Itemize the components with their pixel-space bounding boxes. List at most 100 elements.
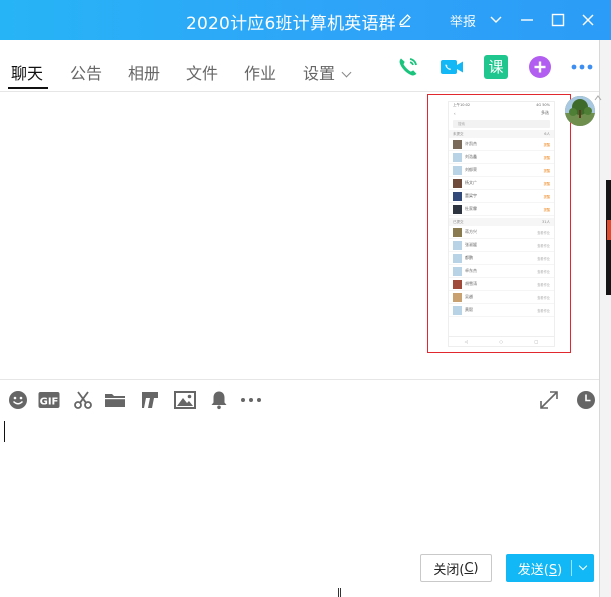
member-name: 杜家霖 [465, 205, 477, 211]
submitted-label: 已提交 [453, 219, 464, 224]
more-options-icon[interactable] [570, 55, 594, 79]
folder-icon [105, 394, 125, 407]
member-name: 胡雪涛 [465, 280, 477, 286]
notify-button[interactable] [208, 389, 230, 411]
member-avatar [453, 204, 462, 214]
member-row: 吴越 查看作业 [449, 291, 554, 304]
close-icon [582, 14, 594, 26]
document-icon [142, 392, 158, 408]
member-avatar [453, 292, 462, 302]
member-name: 蒋方兴 [465, 228, 477, 234]
image-button[interactable] [174, 389, 196, 411]
member-row: 杨文广 提醒 [449, 177, 554, 190]
report-button[interactable]: 举报 [450, 11, 476, 30]
composer-toolbar: GIF [0, 379, 599, 419]
member-row: 黄毅 查看作业 [449, 304, 554, 317]
member-tag: 提醒 [543, 207, 550, 212]
scroll-up-icon[interactable] [594, 94, 602, 102]
tab-files[interactable]: 文件 [186, 60, 218, 84]
member-tag: 查看作业 [537, 282, 550, 287]
member-name: 杨文广 [465, 179, 477, 185]
member-avatar [453, 266, 462, 276]
tab-album[interactable]: 相册 [128, 60, 160, 84]
phone-status-left: 上午10:02 [453, 103, 471, 107]
active-tab-indicator [8, 87, 48, 89]
title-bar: 2020计应6班计算机英语群 举报 [0, 0, 611, 40]
member-avatar [453, 152, 462, 162]
tab-announcement[interactable]: 公告 [70, 60, 102, 84]
member-info: 蒋方兴 [465, 228, 537, 235]
phone-status-right: 4G 50% [536, 103, 550, 107]
file-button[interactable] [104, 389, 126, 411]
member-tag: 提醒 [543, 142, 550, 147]
member-avatar [453, 240, 462, 250]
emoji-button[interactable] [7, 389, 29, 411]
send-button[interactable]: 发送(S) [506, 559, 571, 578]
video-call-icon[interactable] [440, 55, 464, 79]
submitted-count: 31人 [542, 219, 550, 224]
send-button-label: 发送( [517, 562, 549, 578]
image-message[interactable]: 上午10:02 4G 50% ‹ 多选 搜索 未提交 6人 许凯杰 提醒 刘浩鑫 提醒… [427, 94, 571, 353]
close-window-button[interactable] [578, 10, 598, 30]
background-window-edge [599, 40, 611, 597]
unsubmitted-count: 6人 [544, 131, 550, 136]
more-tools-button[interactable] [240, 389, 262, 411]
expand-button[interactable] [538, 389, 560, 411]
member-avatar [453, 139, 462, 149]
member-avatar [453, 227, 462, 237]
avatar[interactable] [565, 96, 595, 126]
member-info: 刘浩鑫 [465, 154, 544, 160]
chevron-down-icon [490, 16, 502, 23]
send-button-hotkey: S [548, 562, 558, 578]
member-row: 都鹏 查看作业 [449, 252, 554, 265]
doc-template-button[interactable] [139, 389, 161, 411]
member-info: 许凯杰 [465, 141, 544, 147]
message-input[interactable] [0, 419, 599, 547]
member-tag: 查看作业 [537, 269, 550, 274]
member-info: 刘郁荣 [465, 167, 544, 173]
course-icon[interactable]: 课 [484, 55, 508, 79]
tab-chat[interactable]: 聊天 [11, 60, 43, 84]
minimize-button[interactable] [517, 10, 537, 30]
dropdown-button[interactable] [486, 10, 506, 30]
chevron-down-icon [341, 67, 352, 78]
window-title: 2020计应6班计算机英语群 [186, 14, 396, 34]
phone-nav-right: 多选 [541, 110, 549, 115]
phone-nav: ‹ 多选 [449, 108, 554, 118]
background-window-mark [338, 588, 341, 597]
submitted-header: 已提交 31人 [449, 218, 554, 226]
member-tag: 查看作业 [537, 230, 550, 235]
maximize-icon [551, 13, 565, 27]
svg-text:GIF: GIF [40, 397, 59, 408]
phone-bottom-bar: ◁ ○ □ [449, 336, 554, 346]
bell-icon [211, 391, 227, 410]
close-button-label-end: ) [473, 560, 479, 576]
phone-nav-home: ○ [499, 339, 503, 344]
history-button[interactable] [575, 389, 597, 411]
member-row: 胡雪涛 查看作业 [449, 278, 554, 291]
maximize-button[interactable] [548, 10, 568, 30]
tab-settings[interactable]: 设置 [303, 60, 352, 84]
send-options-button[interactable] [572, 561, 594, 571]
member-info: 卓东杰 [465, 268, 537, 274]
member-row: 蒋方兴 查看作业 [449, 226, 554, 239]
message-list[interactable]: 上午10:02 4G 50% ‹ 多选 搜索 未提交 6人 许凯杰 提醒 刘浩鑫 提醒… [0, 92, 602, 379]
phone-back-icon: ‹ [454, 110, 456, 116]
clock-icon [577, 391, 595, 409]
voice-call-icon[interactable] [396, 55, 420, 79]
member-row: 刘浩鑫 提醒 [449, 151, 554, 164]
member-avatar [453, 279, 462, 289]
tab-homework[interactable]: 作业 [244, 60, 276, 84]
member-avatar [453, 305, 462, 315]
member-tag: 查看作业 [537, 308, 550, 313]
close-button[interactable]: 关闭(C) [420, 554, 492, 582]
more-icon [241, 398, 261, 402]
screenshot-button[interactable] [72, 389, 94, 411]
scissors-icon [74, 391, 92, 409]
app-plus-icon[interactable] [528, 55, 552, 79]
send-button-group: 发送(S) [506, 554, 594, 582]
submitted-list: 蒋方兴 查看作业 张淑媛 查看作业 都鹏 查看作业 卓东杰 查看作业 胡雪涛 查看作业 吴越 查看作业… [449, 226, 554, 317]
homework-screenshot: 上午10:02 4G 50% ‹ 多选 搜索 未提交 6人 许凯杰 提醒 刘浩鑫 提醒… [448, 101, 555, 347]
edit-icon[interactable] [397, 12, 413, 28]
gif-button[interactable]: GIF [38, 389, 60, 411]
